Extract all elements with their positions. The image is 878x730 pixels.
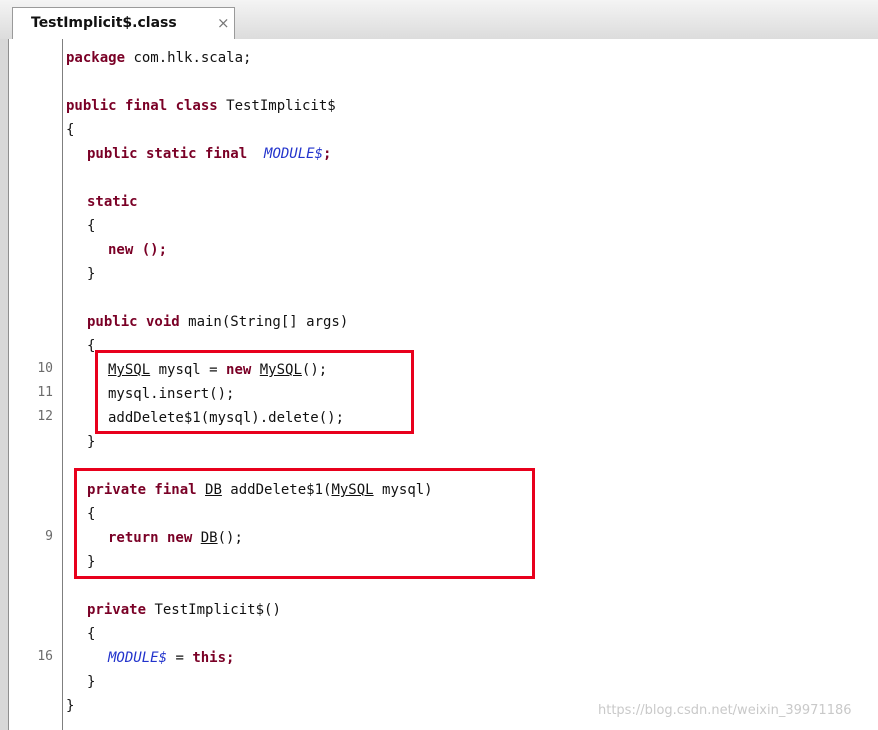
assign-op: = (167, 650, 193, 666)
keyword: static (87, 194, 138, 210)
semicolon: ; (323, 146, 332, 162)
keyword: private (87, 602, 147, 618)
highlight-box-main-body (95, 350, 414, 434)
tab-title: TestImplicit$.class (31, 15, 177, 31)
editor-left-edge (0, 39, 9, 730)
editor-window: TestImplicit$.class × 10 11 12 9 16 pack… (0, 0, 878, 730)
keyword: package (66, 50, 126, 66)
gutter-divider (62, 39, 63, 730)
code-line-class-decl: public final class TestImplicit$ (66, 97, 336, 115)
brace: } (87, 266, 96, 282)
module-field: MODULE$ (108, 650, 168, 666)
line-number-9: 9 (45, 529, 53, 544)
keyword: public static final (87, 146, 248, 162)
tab-bar: TestImplicit$.class × (0, 0, 878, 40)
package-name: com.hlk.scala; (125, 50, 252, 66)
new-call: (); (133, 242, 168, 258)
code-line-main: public void main(String[] args) (87, 313, 348, 331)
keyword: this; (192, 650, 235, 666)
code-line-new: new (); (108, 241, 167, 259)
line-number-11: 11 (37, 385, 53, 400)
highlight-box-adddelete-method (74, 468, 535, 579)
close-icon[interactable]: × (217, 14, 230, 32)
brace: } (87, 674, 96, 690)
code-line-brace: { (66, 121, 74, 139)
brace: } (87, 434, 96, 450)
code-line-brace: } (87, 673, 95, 691)
code-line-brace: } (66, 697, 74, 715)
constructor-name: TestImplicit$() (146, 602, 281, 618)
keyword: new (108, 242, 134, 258)
code-line-brace: { (87, 625, 95, 643)
brace: { (87, 218, 96, 234)
code-line-brace: } (87, 265, 95, 283)
code-line-static: static (87, 193, 138, 211)
line-number-12: 12 (37, 409, 53, 424)
watermark: https://blog.csdn.net/weixin_39971186 (598, 703, 852, 718)
brace: } (66, 698, 75, 714)
brace: { (66, 122, 75, 138)
code-line-brace: } (87, 433, 95, 451)
keyword: public final class (66, 98, 218, 114)
main-signature: main(String[] args) (179, 314, 349, 330)
brace: { (87, 626, 96, 642)
code-line-constructor: private TestImplicit$() (87, 601, 281, 619)
code-line-brace: { (87, 217, 95, 235)
code-line-module-field: public static final MODULE$; (87, 145, 331, 163)
code-line-module-assign: MODULE$ = this; (108, 649, 234, 667)
class-name: TestImplicit$ (217, 98, 336, 114)
keyword: public void (87, 314, 180, 330)
module-field: MODULE$ (264, 146, 324, 162)
tab-testimplicit-class[interactable]: TestImplicit$.class × (12, 7, 235, 39)
line-number-10: 10 (37, 361, 53, 376)
code-line-package: package com.hlk.scala; (66, 49, 251, 67)
line-number-16: 16 (37, 649, 53, 664)
